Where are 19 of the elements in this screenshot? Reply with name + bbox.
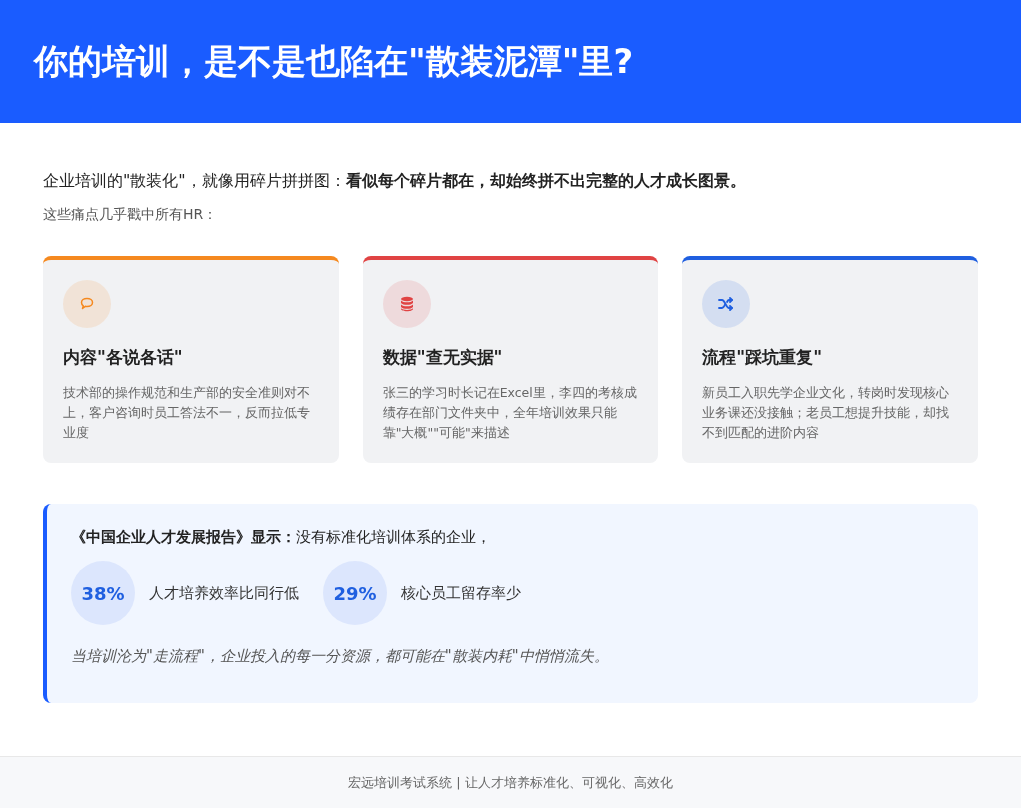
stat-value: 38% bbox=[71, 561, 135, 625]
report-lead: 《中国企业人才发展报告》显示：没有标准化培训体系的企业， bbox=[71, 528, 492, 547]
stat-label: 核心员工留存率少 bbox=[401, 583, 521, 603]
intro-text: 企业培训的"散装化"，就像用碎片拼拼图：看似每个碎片都在，却始终拼不出完整的人才成长图景。 bbox=[43, 171, 747, 192]
card-description: 张三的学习时长记在Excel里，李四的考核成绩存在部门文件夹中，全年培训效果只能靠"大概""可能"来描述 bbox=[382, 384, 638, 442]
stat-value: 29% bbox=[323, 561, 387, 625]
subtitle-text: 这些痛点几乎戳中所有HR： bbox=[43, 206, 219, 224]
card-title: 内容"各说各话" bbox=[63, 346, 184, 369]
shuffle-icon bbox=[718, 297, 735, 311]
stat-label: 人才培养效率比同行低 bbox=[149, 583, 299, 603]
card-description: 新员工入职先学企业文化，转岗时发现核心业务课还没接触；老员工想提升技能，却找不到匹配的进阶内容 bbox=[702, 384, 951, 442]
card-description: 技术部的操作规范和生产部的安全准则对不上，客户咨询时员工答法不一，反而拉低专业度 bbox=[63, 384, 311, 442]
card-title: 数据"查无实据" bbox=[382, 346, 504, 369]
card-title: 流程"踩坑重复" bbox=[702, 346, 824, 369]
speech-bubble-icon bbox=[79, 296, 95, 312]
conclusion-text: 当培训沦为"走流程"，企业投入的每一分资源，都可能在"散装内耗"中悄悄流失。 bbox=[71, 647, 610, 666]
footer-text: 宏远培训考试系统 | 让人才培养标准化、可视化、高效化 bbox=[348, 773, 673, 792]
page-title: 你的培训，是不是也陷在"散装泥潭"里? bbox=[34, 39, 634, 83]
database-icon bbox=[399, 296, 414, 312]
